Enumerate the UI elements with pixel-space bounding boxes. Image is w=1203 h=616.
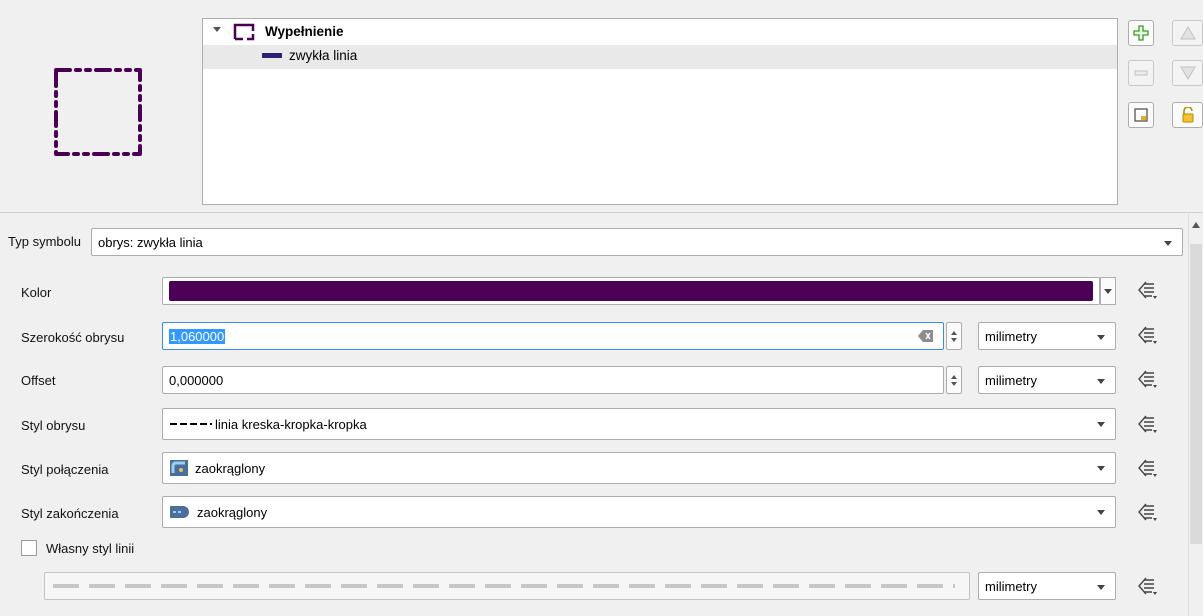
stroke-width-value: 1,060000 xyxy=(169,328,226,344)
custom-dash-pattern-button[interactable] xyxy=(44,572,970,600)
dash-dot-dot-line-icon xyxy=(170,423,212,425)
chevron-down-icon xyxy=(1164,241,1172,246)
symbol-type-label: Typ symbolu xyxy=(8,234,81,249)
custom-dash-unit-value: milimetry xyxy=(985,578,1037,594)
scrollbar-thumb[interactable] xyxy=(1190,244,1202,544)
data-defined-override-icon[interactable] xyxy=(1136,413,1158,438)
tree-label-simple-line: zwykła linia xyxy=(289,48,358,63)
stroke-width-label: Szerokość obrysu xyxy=(21,330,125,345)
tree-label-fill: Wypełnienie xyxy=(265,24,344,39)
data-defined-override-icon[interactable] xyxy=(1136,457,1158,482)
stroke-width-unit-value: milimetry xyxy=(985,328,1037,344)
color-swatch xyxy=(169,281,1093,301)
line-symbol-icon xyxy=(262,53,282,58)
stroke-width-unit-combo[interactable]: milimetry xyxy=(978,322,1116,350)
data-defined-override-icon[interactable] xyxy=(1136,279,1158,304)
offset-input[interactable]: 0,000000 xyxy=(162,366,944,394)
data-defined-override-icon[interactable] xyxy=(1136,575,1158,600)
data-defined-override-icon[interactable] xyxy=(1136,324,1158,349)
remove-layer-button[interactable] xyxy=(1128,60,1154,86)
chevron-down-icon xyxy=(1097,422,1105,427)
chevron-down-icon xyxy=(1097,379,1105,384)
cap-style-label: Styl zakończenia xyxy=(21,506,119,521)
fill-symbol-icon xyxy=(233,23,255,41)
symbol-type-combo[interactable]: obrys: zwykła linia xyxy=(91,228,1183,256)
clear-icon[interactable] xyxy=(918,329,934,346)
scroll-up-icon[interactable] xyxy=(1192,222,1200,228)
join-style-label: Styl połączenia xyxy=(21,462,109,477)
round-cap-icon xyxy=(170,506,189,518)
move-up-button[interactable] xyxy=(1172,20,1203,46)
offset-unit-combo[interactable]: milimetry xyxy=(978,366,1116,394)
cap-style-combo[interactable]: zaokrąglony xyxy=(162,496,1116,528)
offset-value: 0,000000 xyxy=(169,372,224,388)
page-title: ...ragnyc ognia i pol... xyxy=(8,0,233,15)
chevron-down-icon xyxy=(1097,335,1105,340)
plus-icon xyxy=(1133,25,1149,41)
add-layer-button[interactable] xyxy=(1128,20,1154,46)
offset-spinner[interactable] xyxy=(946,366,962,394)
stroke-style-label: Styl obrysu xyxy=(21,418,86,433)
offset-unit-value: milimetry xyxy=(985,372,1037,388)
data-defined-override-icon[interactable] xyxy=(1136,368,1158,393)
color-button[interactable] xyxy=(162,277,1100,305)
offset-label: Offset xyxy=(21,373,56,388)
custom-dash-checkbox[interactable] xyxy=(21,540,37,556)
divider xyxy=(0,212,1203,213)
stroke-style-combo[interactable]: linia kreska-kropka-kropka xyxy=(162,408,1116,440)
data-defined-override-icon[interactable] xyxy=(1136,501,1158,526)
chevron-down-icon xyxy=(1097,510,1105,515)
expand-arrow-icon[interactable] xyxy=(213,27,221,32)
minus-icon xyxy=(1134,70,1148,76)
tree-item-fill[interactable]: Wypełnienie xyxy=(203,19,1117,45)
lock-layer-button[interactable] xyxy=(1172,102,1203,128)
move-down-button[interactable] xyxy=(1172,60,1203,86)
join-style-value: zaokrąglony xyxy=(195,460,266,476)
tree-item-simple-line[interactable]: zwykła linia xyxy=(203,45,1117,69)
arrow-up-icon xyxy=(1179,26,1196,40)
chevron-down-icon xyxy=(1104,289,1112,294)
arrow-down-icon xyxy=(1179,66,1196,80)
custom-dash-label: Własny styl linii xyxy=(46,541,135,556)
custom-dash-unit-combo[interactable]: milimetry xyxy=(978,572,1116,600)
color-dropdown-button[interactable] xyxy=(1100,277,1116,305)
duplicate-icon xyxy=(1134,108,1148,122)
symbol-layer-tree[interactable]: Wypełnienie zwykła linia xyxy=(202,18,1118,205)
symbol-type-value: obrys: zwykła linia xyxy=(98,234,203,250)
chevron-down-icon xyxy=(1097,585,1105,590)
stroke-style-value: linia kreska-kropka-kropka xyxy=(215,416,367,432)
round-join-icon xyxy=(170,460,188,476)
lock-icon xyxy=(1182,107,1193,123)
duplicate-layer-button[interactable] xyxy=(1128,102,1154,128)
stroke-width-input[interactable]: 1,060000 xyxy=(162,322,944,350)
color-label: Kolor xyxy=(21,285,52,300)
dash-pattern-preview xyxy=(53,584,955,588)
cap-style-value: zaokrąglony xyxy=(197,504,268,520)
stroke-width-spinner[interactable] xyxy=(946,322,962,350)
chevron-down-icon xyxy=(1097,466,1105,471)
symbol-preview xyxy=(48,62,148,162)
join-style-combo[interactable]: zaokrąglony xyxy=(162,452,1116,484)
